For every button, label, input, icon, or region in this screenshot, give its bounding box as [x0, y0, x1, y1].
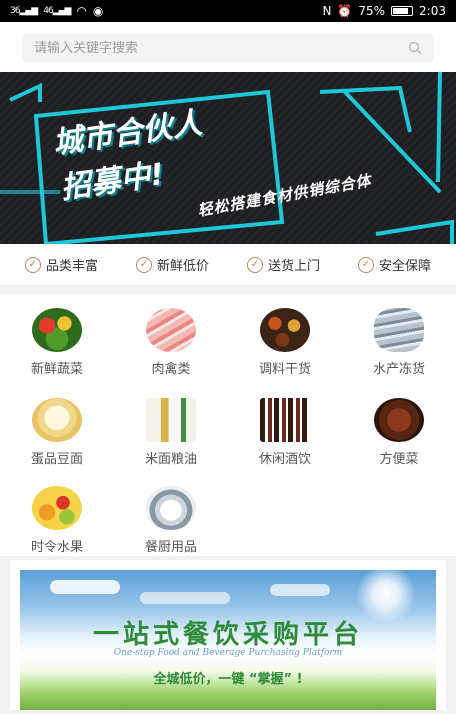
promo-banner[interactable]: 一站式餐饮采购平台 One-stop Food and Beverage Pur… [10, 560, 446, 710]
alarm-icon: ⏰ [337, 4, 353, 18]
grain-oil-icon [146, 398, 196, 442]
category-grid: 新鲜蔬菜 肉禽类 调料干货 水产冻货 蛋品豆面 米面粮油 休闲酒饮 方便菜 时令… [0, 294, 456, 556]
search-input[interactable] [34, 40, 354, 56]
category-fruit[interactable]: 时令水果 [0, 486, 114, 555]
clock: 2:03 [419, 4, 446, 18]
drinks-icon [260, 398, 310, 442]
promo-image: 一站式餐饮采购平台 One-stop Food and Beverage Pur… [20, 570, 436, 710]
recruit-banner[interactable]: 城市合伙人 招募中! 轻松搭建食材供销综合体 [0, 72, 456, 244]
feature-row: ✓ 品类丰富 ✓ 新鲜低价 ✓ 送货上门 ✓ 安全保障 [0, 244, 456, 286]
check-icon: ✓ [24, 256, 41, 273]
kitchenware-icon [146, 486, 196, 530]
category-kitchenware[interactable]: 餐厨用品 [114, 486, 228, 555]
nfc-icon: N [322, 4, 332, 18]
eggs-icon [32, 398, 82, 442]
check-icon: ✓ [135, 256, 152, 273]
category-prepared-food[interactable]: 方便菜 [342, 398, 456, 467]
promo-title-en: One-stop Food and Beverage Purchasing Pl… [113, 648, 343, 658]
check-icon: ✓ [246, 256, 263, 273]
cloud-graphic [50, 580, 120, 594]
category-vegetables[interactable]: 新鲜蔬菜 [0, 308, 114, 377]
battery-percent: 75% [358, 4, 386, 18]
cloud-graphic [270, 584, 330, 596]
vegetables-icon [32, 308, 82, 352]
signal-icon-2: 46▂▄▆ [43, 6, 71, 16]
category-grain-oil[interactable]: 米面粮油 [114, 398, 228, 467]
meat-icon [146, 308, 196, 352]
search-bar [0, 22, 456, 72]
spices-icon [260, 308, 310, 352]
category-meat[interactable]: 肉禽类 [114, 308, 228, 377]
feature-item: ✓ 新鲜低价 [135, 255, 209, 274]
category-eggs[interactable]: 蛋品豆面 [0, 398, 114, 467]
fish-icon [374, 308, 424, 352]
feature-item: ✓ 送货上门 [246, 255, 320, 274]
eye-icon: ◉ [92, 4, 104, 18]
prepared-food-icon [374, 398, 424, 442]
search-box[interactable] [22, 34, 434, 62]
fruit-icon [32, 486, 82, 530]
promo-title: 一站式餐饮采购平台 [92, 620, 363, 650]
check-icon: ✓ [357, 256, 374, 273]
promo-subtitle: 全城低价，一键 “掌握” ! [153, 672, 303, 687]
feature-item: ✓ 安全保障 [357, 255, 431, 274]
wifi-icon: ◠ [76, 4, 87, 18]
category-seafood[interactable]: 水产冻货 [342, 308, 456, 377]
category-drinks[interactable]: 休闲酒饮 [228, 398, 342, 467]
feature-item: ✓ 品类丰富 [24, 255, 98, 274]
category-spices[interactable]: 调料干货 [228, 308, 342, 377]
cloud-graphic [140, 592, 230, 604]
search-icon[interactable] [408, 41, 422, 55]
status-bar: 36▂▄▆ 46▂▄▆ ◠ ◉ N ⏰ 75% 2:03 [0, 0, 456, 22]
signal-icon: 36▂▄▆ [10, 6, 38, 16]
battery-icon [391, 6, 414, 16]
